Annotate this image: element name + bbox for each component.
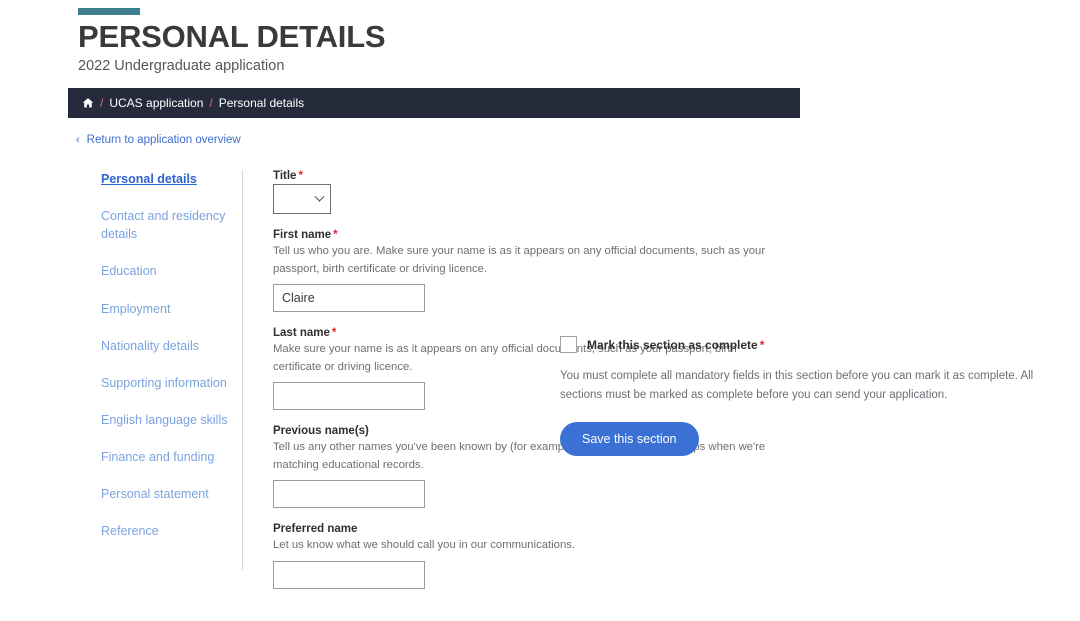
sidebar-item-education[interactable]: Education [101, 262, 230, 280]
chevron-left-icon: ‹ [76, 133, 80, 146]
title-label-text: Title [273, 170, 297, 182]
required-marker: * [298, 170, 303, 182]
return-link-label: Return to application overview [86, 134, 241, 146]
sidebar-item-english-language-skills[interactable]: English language skills [101, 411, 230, 429]
breadcrumb: / UCAS application / Personal details [68, 88, 800, 118]
completion-help-text: You must complete all mandatory fields i… [560, 370, 1034, 401]
sidebar-item-employment[interactable]: Employment [101, 300, 230, 318]
first-name-hint: Tell us who you are. Make sure your name… [273, 245, 766, 275]
previous-names-input[interactable] [273, 480, 425, 508]
breadcrumb-item-ucas-application[interactable]: UCAS application [109, 96, 203, 110]
sidebar-item-personal-statement[interactable]: Personal statement [101, 485, 230, 503]
breadcrumb-item-personal-details[interactable]: Personal details [219, 96, 304, 110]
page-subtitle: 2022 Undergraduate application [78, 58, 285, 75]
save-section-button[interactable]: Save this section [560, 422, 699, 457]
sidebar-item-supporting-information[interactable]: Supporting information [101, 374, 230, 392]
sidebar-item-finance-and-funding[interactable]: Finance and funding [101, 448, 230, 466]
sidebar-item-nationality-details[interactable]: Nationality details [101, 337, 230, 355]
field-title: Title * [273, 170, 793, 214]
preferred-name-hint: Let us know what we should call you in o… [273, 539, 576, 551]
breadcrumb-separator-2: / [209, 96, 213, 110]
section-navigation: Personal details Contact and residency d… [101, 170, 243, 570]
sidebar-item-contact-and-residency-details[interactable]: Contact and residency details [101, 207, 230, 243]
first-name-label-text: First name [273, 229, 332, 241]
required-marker: * [331, 327, 337, 339]
sidebar-item-reference[interactable]: Reference [101, 522, 230, 540]
chevron-down-icon [314, 191, 325, 202]
home-icon[interactable] [82, 97, 94, 109]
mark-complete-row: Mark this section as complete * [560, 336, 1050, 353]
mark-complete-label: Mark this section as complete * [587, 338, 764, 352]
page-title: PERSONAL DETAILS [78, 19, 386, 54]
preferred-name-label: Preferred name [273, 523, 358, 535]
mark-complete-label-text: Mark this section as complete [587, 337, 758, 352]
return-to-overview-link[interactable]: ‹ Return to application overview [76, 134, 241, 146]
required-marker: * [333, 229, 338, 241]
section-completion-panel: Mark this section as complete * You must … [560, 336, 1050, 457]
sidebar-item-personal-details[interactable]: Personal details [101, 170, 230, 188]
title-select[interactable] [273, 184, 331, 214]
field-preferred-name: Preferred name Let us know what we shoul… [273, 523, 793, 589]
title-label: Title * [273, 170, 793, 182]
mark-complete-checkbox[interactable] [560, 336, 577, 353]
last-name-label-text: Last name [273, 327, 330, 339]
first-name-input[interactable] [273, 284, 425, 312]
preferred-name-input[interactable] [273, 560, 425, 589]
breadcrumb-separator-1: / [100, 96, 104, 110]
field-first-name: First name * Tell us who you are. Make su… [273, 229, 793, 312]
accent-bar [78, 8, 140, 15]
required-marker: * [759, 337, 765, 352]
page-header: PERSONAL DETAILS 2022 Undergraduate appl… [0, 8, 1080, 74]
first-name-label: First name * [273, 229, 793, 241]
last-name-input[interactable] [273, 382, 425, 410]
